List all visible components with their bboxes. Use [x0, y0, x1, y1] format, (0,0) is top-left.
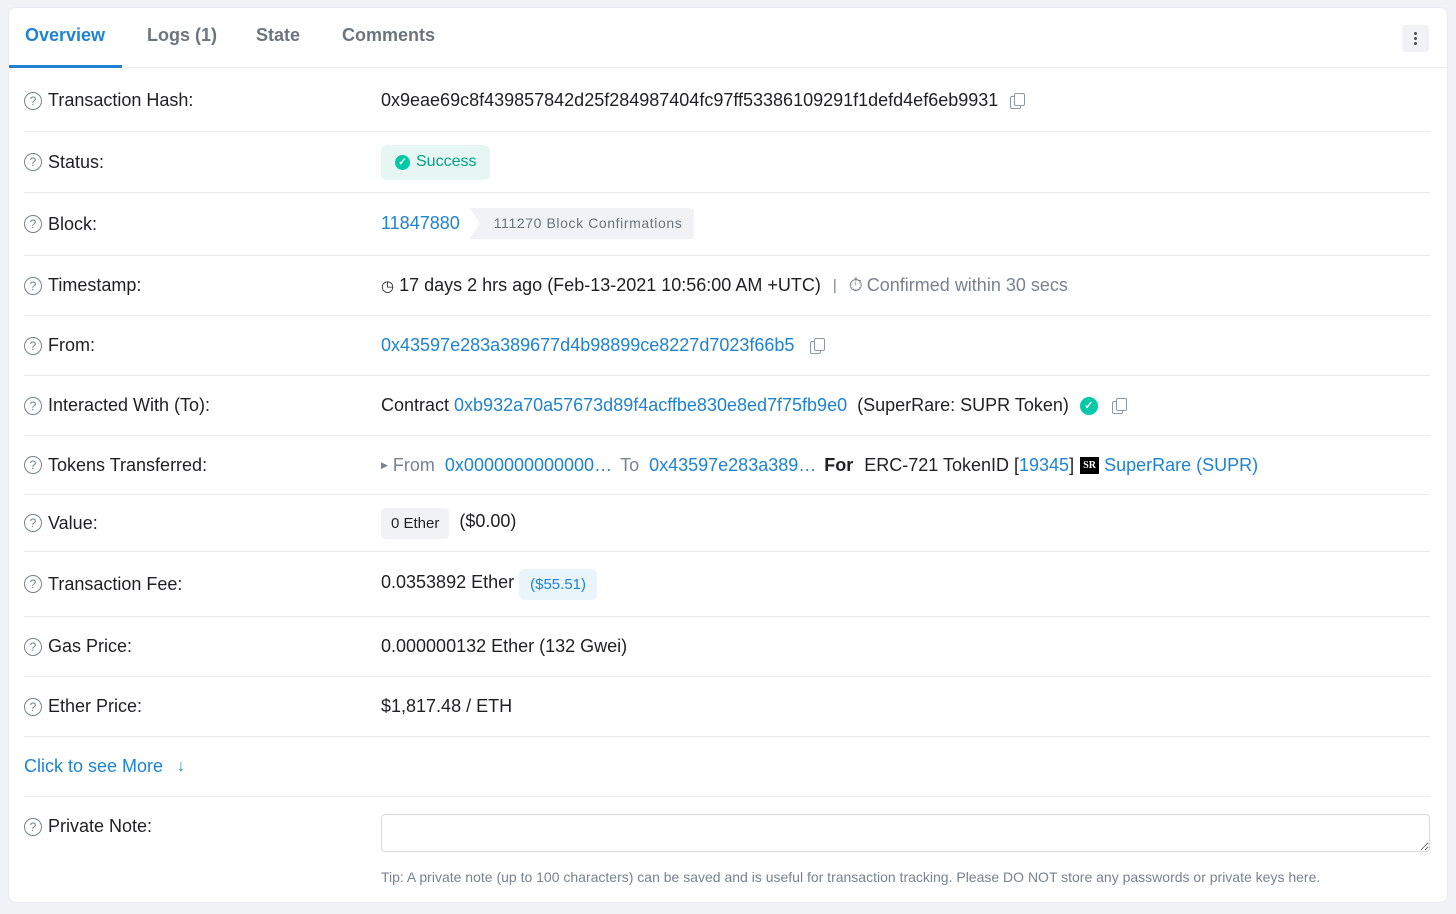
help-icon[interactable]: ? — [24, 276, 42, 295]
stopwatch-icon: ⏱ — [848, 275, 863, 295]
help-icon[interactable]: ? — [24, 153, 42, 171]
private-note-tip: Tip: A private note (up to 100 character… — [381, 869, 1321, 885]
row-from: ? From: 0x43597e283a389677d4b98899ce8227d… — [24, 316, 1430, 376]
row-transaction-fee: ? Transaction Fee: 0.0353892 Ether ($55.5… — [24, 552, 1430, 617]
token-to-address-link[interactable]: 0x43597e283a389… — [649, 455, 816, 476]
help-icon[interactable]: ? — [24, 697, 42, 716]
block-confirmations-badge: 111270 Block Confirmations — [469, 207, 695, 239]
row-timestamp: ? Timestamp: ◷ 17 days 2 hrs ago (Feb-13-… — [24, 256, 1430, 316]
ether-price-value: $1,817.48 / ETH — [381, 696, 513, 716]
kebab-menu-icon — [1414, 32, 1417, 35]
help-icon[interactable]: ? — [24, 336, 42, 355]
copy-icon[interactable] — [1010, 92, 1026, 109]
label-interacted-with: Interacted With (To): — [48, 395, 211, 415]
details-list: ? Transaction Hash: 0x9eae69c8f439857842d… — [24, 70, 1430, 905]
row-block: ? Block: 11847880 111270 Block Confirmati… — [24, 193, 1430, 256]
help-icon[interactable]: ? — [24, 215, 42, 233]
label-timestamp: Timestamp: — [48, 275, 142, 295]
token-for-label: For — [824, 454, 854, 475]
label-gas-price: Gas Price: — [48, 636, 133, 656]
row-interacted-with: ? Interacted With (To): Contract 0xb932a7… — [24, 376, 1430, 436]
label-transaction-fee: Transaction Fee: — [48, 573, 183, 594]
token-type: ERC-721 TokenID [ — [864, 454, 1019, 475]
label-ether-price: Ether Price: — [48, 696, 143, 716]
label-block: Block: — [48, 213, 98, 234]
status-text: Success — [416, 153, 477, 170]
token-name-link[interactable]: SuperRare (SUPR) — [1104, 455, 1258, 476]
superrare-logo-icon: SR — [1080, 456, 1100, 474]
contract-prefix: Contract — [381, 395, 450, 415]
caret-right-icon: ▶ — [381, 459, 388, 470]
private-note-input[interactable] — [381, 814, 1430, 852]
row-ether-price: ? Ether Price: $1,817.48 / ETH — [24, 677, 1430, 737]
token-from-address-link[interactable]: 0x0000000000000… — [445, 455, 612, 476]
arrow-down-icon: ↓ — [177, 757, 186, 775]
label-transaction-hash: Transaction Hash: — [48, 90, 194, 110]
help-icon[interactable]: ? — [24, 396, 42, 415]
copy-icon[interactable] — [810, 337, 826, 354]
contract-name: (SuperRare: SUPR Token) — [857, 395, 1069, 415]
row-private-note: ? Private Note: Tip: A private note (up t… — [24, 797, 1430, 905]
row-tokens-transferred: ? Tokens Transferred: ▶ From 0x0000000000… — [24, 436, 1430, 495]
transaction-details-card: Overview Logs (1) State Comments ? Transa… — [8, 7, 1448, 903]
token-id-close: ] — [1069, 454, 1075, 475]
label-tokens-transferred: Tokens Transferred: — [48, 454, 208, 475]
tab-logs[interactable]: Logs (1) — [130, 7, 233, 67]
verified-check-icon: ✓ — [1079, 396, 1098, 415]
help-icon[interactable]: ? — [24, 514, 42, 532]
fee-usd-badge[interactable]: ($55.51) — [519, 568, 597, 600]
help-icon[interactable]: ? — [24, 91, 42, 110]
help-icon[interactable]: ? — [24, 817, 42, 836]
confirmed-within-text: Confirmed within 30 secs — [866, 275, 1068, 295]
token-from-label: From — [392, 454, 435, 475]
fee-amount: 0.0353892 Ether — [381, 572, 515, 592]
row-see-more: Click to see More ↓ — [24, 737, 1430, 797]
row-gas-price: ? Gas Price: 0.000000132 Ether (132 Gwei) — [24, 617, 1430, 677]
gas-price-value: 0.000000132 Ether (132 Gwei) — [381, 636, 628, 656]
block-number-link[interactable]: 11847880 — [381, 213, 460, 234]
check-circle-icon: ✓ — [395, 154, 410, 170]
label-private-note: Private Note: — [48, 816, 153, 836]
transaction-hash-value: 0x9eae69c8f439857842d25f284987404fc97ff5… — [381, 90, 999, 110]
token-id-link[interactable]: 19345 — [1019, 455, 1069, 476]
tab-overview[interactable]: Overview — [9, 7, 122, 68]
help-icon[interactable]: ? — [24, 456, 42, 474]
tab-bar: Overview Logs (1) State Comments — [9, 8, 1447, 68]
row-value: ? Value: 0 Ether ($0.00) — [24, 495, 1430, 552]
separator: | — [832, 277, 837, 294]
kebab-dot — [1414, 37, 1417, 40]
help-icon[interactable]: ? — [24, 575, 42, 593]
value-amount-badge: 0 Ether — [381, 507, 450, 539]
value-usd: ($0.00) — [459, 511, 517, 531]
row-status: ? Status: ✓ Success — [24, 132, 1430, 193]
kebab-dot — [1414, 42, 1417, 45]
help-icon[interactable]: ? — [24, 637, 42, 656]
copy-icon[interactable] — [1111, 397, 1127, 414]
tab-comments[interactable]: Comments — [316, 7, 451, 67]
label-value: Value: — [48, 512, 98, 533]
from-address-link[interactable]: 0x43597e283a389677d4b98899ce8227d7023f66… — [381, 335, 794, 356]
contract-address-link[interactable]: 0xb932a70a57673d89f4acffbe830e8ed7f75fb9… — [454, 395, 847, 416]
clock-icon: ◷ — [381, 277, 395, 295]
see-more-label: Click to see More — [24, 756, 164, 776]
token-to-label: To — [620, 454, 640, 475]
tab-state[interactable]: State — [233, 7, 316, 67]
see-more-link[interactable]: Click to see More ↓ — [24, 756, 185, 777]
more-options-button[interactable] — [1402, 25, 1429, 52]
row-transaction-hash: ? Transaction Hash: 0x9eae69c8f439857842d… — [24, 70, 1430, 132]
label-from: From: — [48, 335, 95, 355]
label-status: Status: — [48, 151, 105, 172]
timestamp-value: 17 days 2 hrs ago (Feb-13-2021 10:56:00 … — [399, 275, 821, 295]
status-badge: ✓ Success — [381, 144, 491, 180]
